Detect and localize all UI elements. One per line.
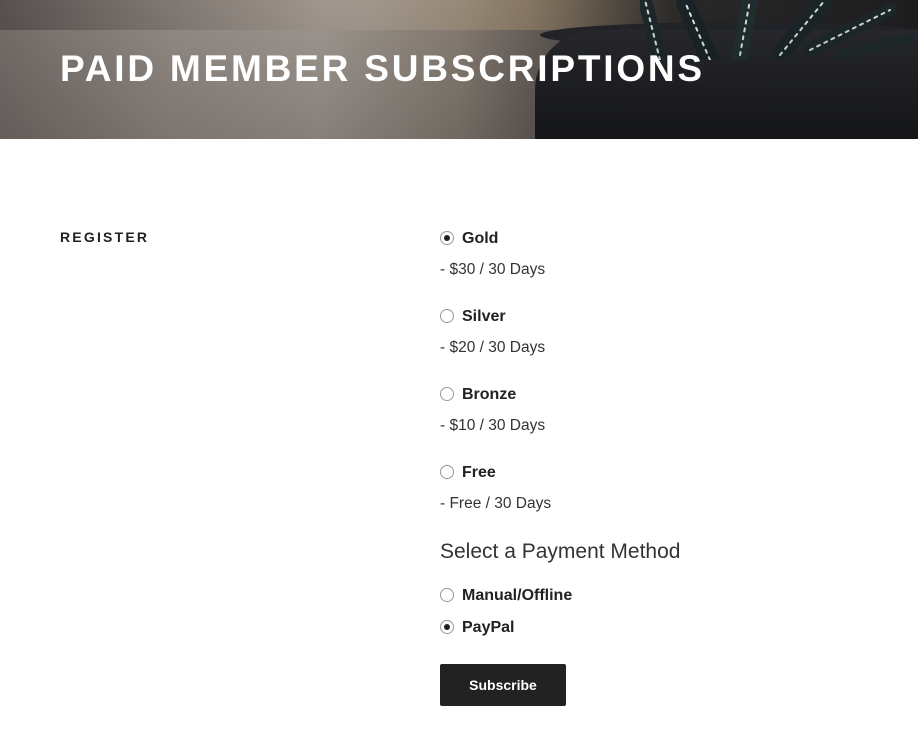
payment-paypal-radio[interactable] bbox=[440, 619, 454, 634]
plan-gold-radio[interactable] bbox=[440, 230, 454, 245]
plan-price: - $10 / 30 Days bbox=[440, 417, 546, 434]
page-title: PAID MEMBER SUBSCRIPTIONS bbox=[60, 48, 705, 89]
plan-bronze: Bronze - $10 / 30 Days bbox=[440, 384, 880, 462]
plan-price: - $20 / 30 Days bbox=[440, 339, 546, 356]
payment-method-heading: Select a Payment Method bbox=[440, 540, 681, 563]
plan-silver: Silver - $20 / 30 Days bbox=[440, 306, 880, 384]
subscription-plans: Gold - $30 / 30 Days Silver - $20 / 30 D… bbox=[440, 228, 880, 540]
header-banner: PAID MEMBER SUBSCRIPTIONS bbox=[0, 0, 918, 139]
plan-gold: Gold - $30 / 30 Days bbox=[440, 228, 880, 306]
payment-option-paypal: PayPal bbox=[440, 617, 514, 639]
subscribe-button[interactable]: Subscribe bbox=[440, 664, 566, 706]
plan-bronze-radio[interactable] bbox=[440, 386, 454, 401]
payment-option-label[interactable]: PayPal bbox=[462, 617, 514, 639]
payment-option-manual: Manual/Offline bbox=[440, 585, 572, 607]
register-label: REGISTER bbox=[60, 229, 150, 245]
plan-price: - $30 / 30 Days bbox=[440, 261, 546, 278]
plan-price: - Free / 30 Days bbox=[440, 495, 552, 512]
plan-name[interactable]: Silver bbox=[462, 306, 506, 328]
plan-name[interactable]: Bronze bbox=[462, 384, 516, 406]
plan-name[interactable]: Gold bbox=[462, 228, 498, 250]
plan-silver-radio[interactable] bbox=[440, 308, 454, 323]
payment-option-label[interactable]: Manual/Offline bbox=[462, 585, 572, 607]
plan-name[interactable]: Free bbox=[462, 462, 496, 484]
payment-manual-radio[interactable] bbox=[440, 587, 454, 602]
plan-free: Free - Free / 30 Days bbox=[440, 462, 880, 540]
plan-free-radio[interactable] bbox=[440, 464, 454, 479]
